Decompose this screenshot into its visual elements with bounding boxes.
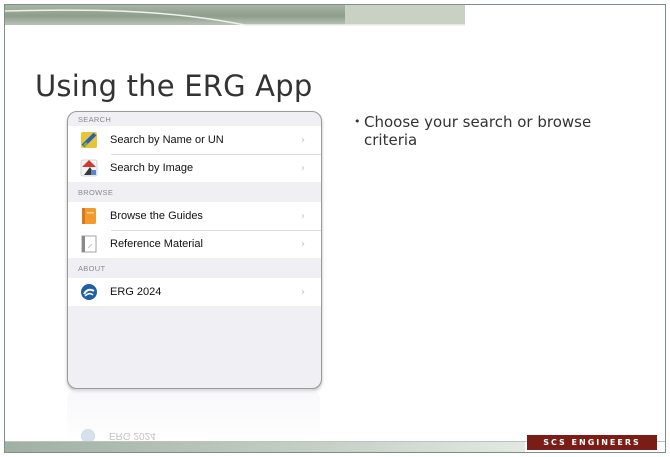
search-group: Search by Name or UN › Search by Image › [68,126,321,182]
row-browse-guides[interactable]: Browse the Guides › [68,202,321,230]
row-search-by-image[interactable]: Search by Image › [68,154,321,182]
row-reference-material[interactable]: Reference Material › [68,230,321,258]
erg-app-screenshot: SEARCH Search by Name or UN › Search by … [67,111,322,389]
bottom-decor-band [5,442,525,452]
reflection-label: ERG 2024 [109,430,156,442]
dot-logo-icon [80,283,98,301]
brand-logo: SCS ENGINEERS [527,435,657,450]
about-group: ERG 2024 › [68,278,321,306]
section-header-browse: BROWSE [78,187,114,197]
app-reflection: ERG 2024 [67,389,320,449]
chevron-right-icon: › [301,210,305,222]
chevron-right-icon: › [301,286,305,298]
bullet-item: • Choose your search or browse criteria [354,113,634,149]
chevron-right-icon: › [301,134,305,146]
row-label: Browse the Guides [110,210,203,222]
chevron-right-icon: › [301,238,305,250]
slide-title: Using the ERG App [35,69,313,103]
guides-icon [80,207,98,225]
row-erg-2024[interactable]: ERG 2024 › [68,278,321,306]
row-label: Search by Name or UN [110,134,224,146]
search-name-icon [80,131,98,149]
row-label: Reference Material [110,238,203,250]
row-label: ERG 2024 [110,286,162,298]
reference-icon [80,235,98,253]
row-search-by-name[interactable]: Search by Name or UN › [68,126,321,154]
row-label: Search by Image [110,162,194,174]
bullet-marker: • [354,115,361,128]
section-header-about: ABOUT [78,263,106,273]
slide: Using the ERG App • Choose your search o… [4,4,666,453]
search-image-icon [80,159,98,177]
browse-group: Browse the Guides › Reference Material › [68,202,321,258]
bullet-text: Choose your search or browse criteria [364,113,592,149]
top-swoosh-decor [5,9,465,26]
chevron-right-icon: › [301,162,305,174]
section-header-search: SEARCH [78,115,112,124]
